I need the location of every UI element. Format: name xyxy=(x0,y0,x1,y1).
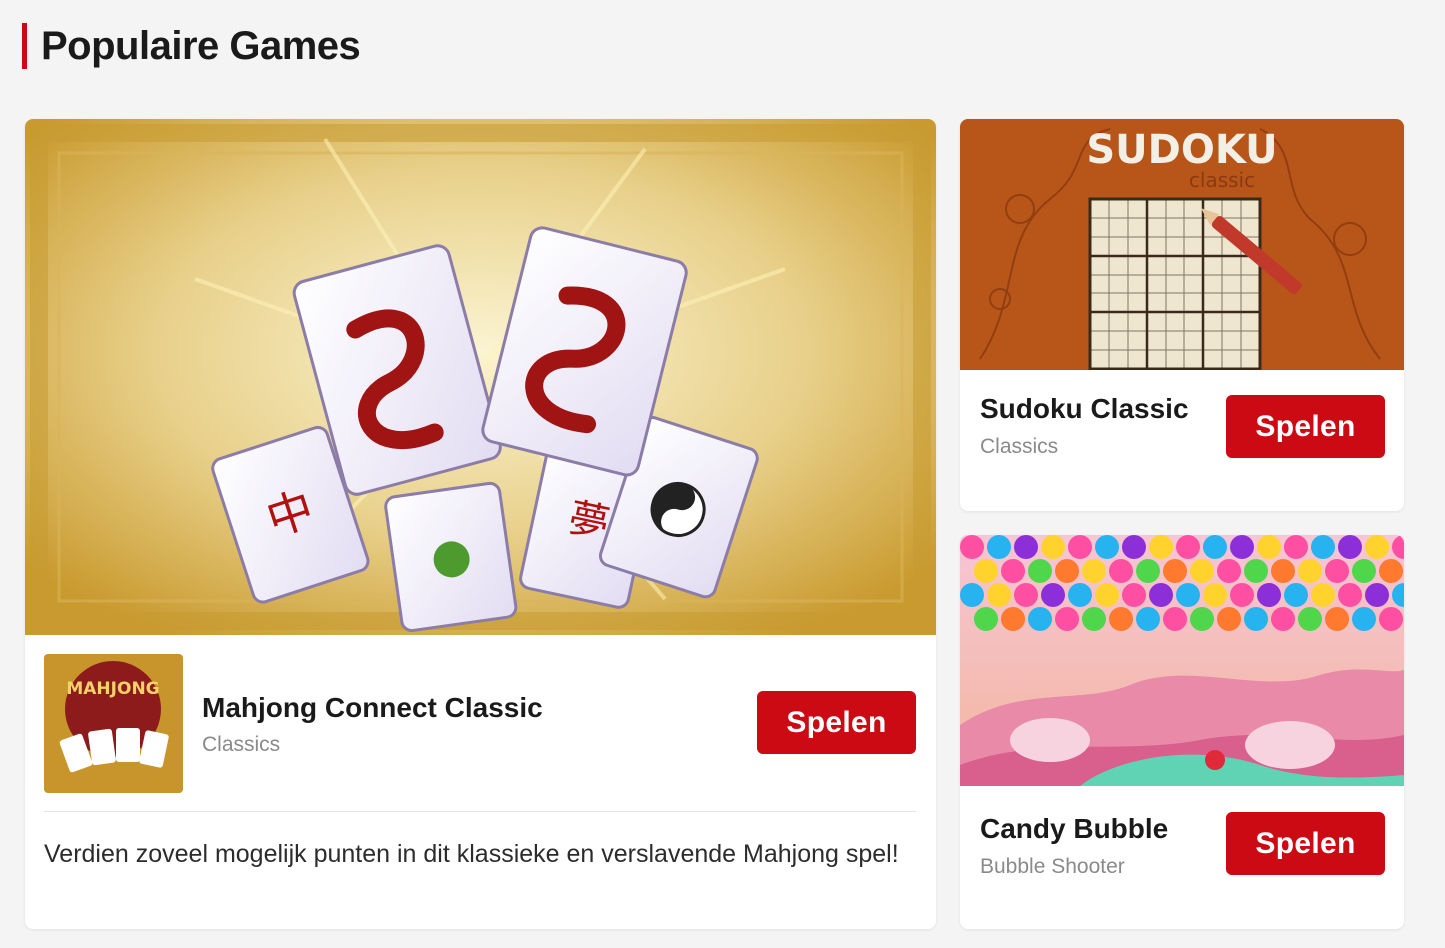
candy-bubble-thumbnail[interactable] xyxy=(960,535,1404,786)
mahjong-connect-logo-icon[interactable]: MAHJONG xyxy=(44,654,183,793)
play-button[interactable]: Spelen xyxy=(757,691,916,754)
play-button[interactable]: Spelen xyxy=(1226,812,1385,875)
accent-bar xyxy=(22,23,27,69)
game-title[interactable]: Mahjong Connect Classic xyxy=(202,692,543,724)
sudoku-thumb-sub: classic xyxy=(1189,168,1255,192)
sudoku-thumbnail[interactable]: SUDOKU classic xyxy=(960,119,1404,370)
game-title[interactable]: Sudoku Classic xyxy=(980,393,1189,425)
game-card-candy-bubble[interactable]: Candy Bubble Bubble Shooter Spelen xyxy=(960,535,1404,929)
game-card-sudoku[interactable]: SUDOKU classic Sudoku Classic Classics S… xyxy=(960,119,1404,511)
game-description: Verdien zoveel mogelijk punten in dit kl… xyxy=(44,840,899,868)
section-header: Populaire Games xyxy=(22,22,361,70)
featured-game-card[interactable]: 中 夢 MAHJONG Mahjong Connect Classic Clas… xyxy=(25,119,936,929)
divider xyxy=(44,811,916,812)
game-category: Classics xyxy=(202,733,281,756)
icon-title-text: MAHJONG xyxy=(66,679,159,699)
play-button[interactable]: Spelen xyxy=(1226,395,1385,458)
game-category: Classics xyxy=(980,435,1059,458)
mahjong-hero-image[interactable]: 中 夢 xyxy=(25,119,936,635)
section-title: Populaire Games xyxy=(41,23,361,68)
sudoku-thumb-heading: SUDOKU xyxy=(1086,127,1277,173)
game-category: Bubble Shooter xyxy=(980,855,1125,878)
game-title[interactable]: Candy Bubble xyxy=(980,813,1168,845)
